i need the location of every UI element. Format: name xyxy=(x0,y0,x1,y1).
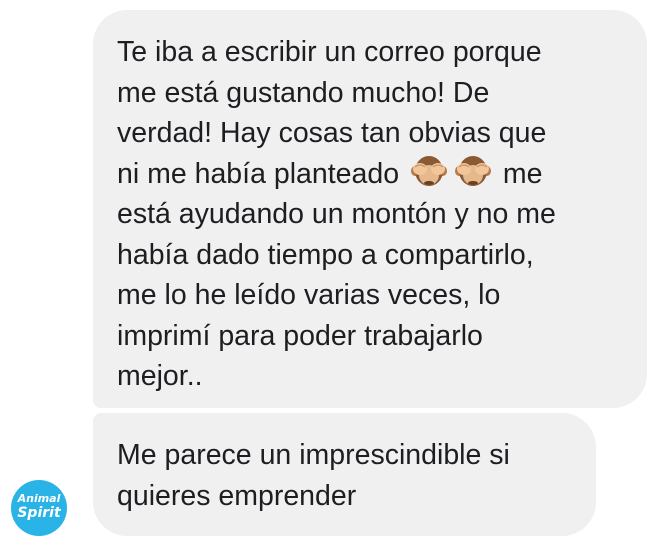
message-line: había dado tiempo a compartirlo, xyxy=(117,238,534,271)
message-line: quieres emprender xyxy=(117,479,357,512)
message-line-with-emoji: ni me había planteado me xyxy=(117,154,627,195)
message-fragment: me xyxy=(502,157,543,190)
message-bubble[interactable]: Te iba a escribir un correo porque me es… xyxy=(93,10,647,408)
see-no-evil-monkey-icon xyxy=(454,155,491,189)
see-no-evil-monkey-icon xyxy=(410,155,447,189)
avatar-logo-text: Animal xyxy=(17,492,61,505)
message-bubble[interactable]: Me parece un imprescindible si quieres e… xyxy=(93,413,596,536)
message-line: me lo he leído varias veces, lo xyxy=(117,279,501,311)
message-line: mejor.. xyxy=(117,360,203,392)
message-line: me está gustando mucho! De xyxy=(117,76,490,109)
message-line: verdad! Hay cosas tan obvias que xyxy=(117,117,547,149)
message-line: imprimí para poder trabajarlo xyxy=(117,319,483,352)
message-fragment: ni me había planteado xyxy=(117,157,400,190)
message-line: Me parece un imprescindible si xyxy=(117,439,510,471)
message-line: está ayudando un montón y no me xyxy=(117,198,556,230)
message-line: Te iba a escribir un correo porque xyxy=(117,36,542,68)
message-text: Me parece un imprescindible si quieres e… xyxy=(117,435,576,516)
avatar-logo-text: Spirit xyxy=(17,505,61,521)
sender-avatar[interactable]: Animal Spirit xyxy=(11,480,67,536)
message-text: Te iba a escribir un correo porque me es… xyxy=(117,32,627,397)
